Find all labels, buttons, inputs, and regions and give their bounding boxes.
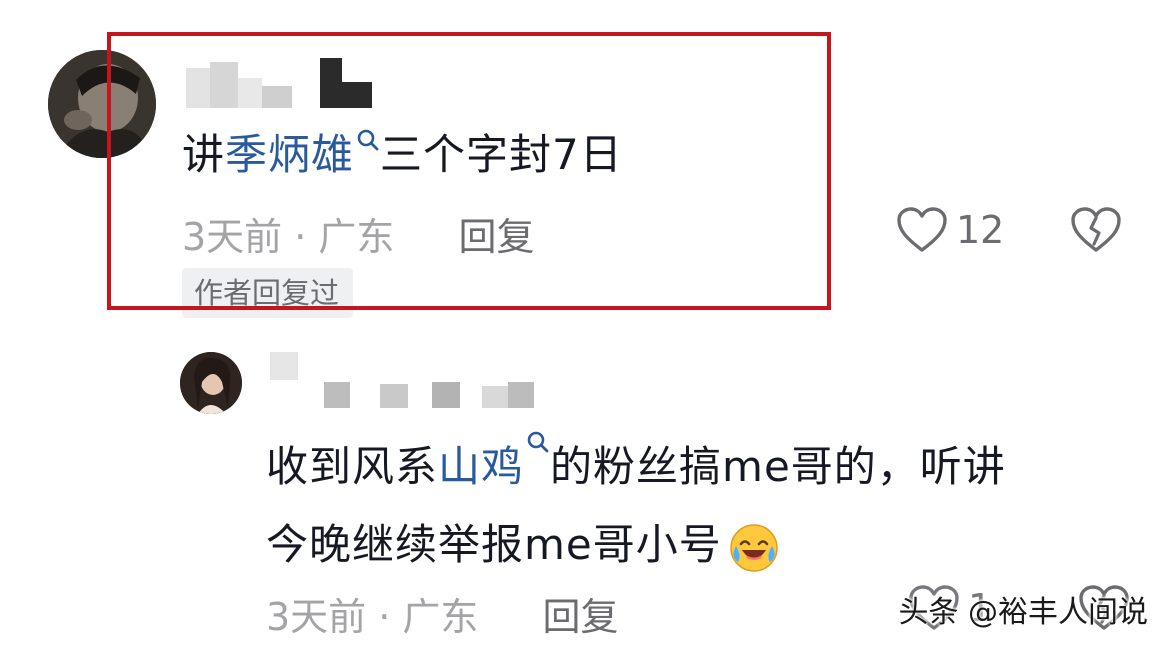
reply-button[interactable]: 回复 [459,215,535,259]
watermark: 头条 @裕丰人间说 [898,595,1148,630]
avatar-photo [48,50,156,158]
username-pixelated[interactable] [270,352,534,408]
time-location: 3天前 · 广东 [182,215,395,259]
like-count: 12 [956,208,1005,252]
heart-outline-icon [897,207,947,252]
time-location: 3天前 · 广东 [266,595,479,639]
reply-button[interactable]: 回复 [543,595,619,639]
comment-text-line2: 今晚继续举报me哥小号 [266,520,722,569]
comment-text-after: 的粉丝搞me哥的，听讲 [550,442,1006,491]
comment-line-2: 今晚继续举报me哥小号 [266,506,1006,584]
comment-meta: 3天前 · 广东 回复 [266,586,619,641]
avatar[interactable] [180,352,242,414]
search-icon[interactable] [356,126,380,166]
laughing-crying-emoji [730,523,778,572]
username-pixelated[interactable] [186,54,372,108]
avatar-photo [180,352,242,414]
search-keyword-link[interactable]: 山鸡 [438,442,524,491]
like-button[interactable]: 12 [896,206,1004,254]
comment-line-1: 收到风系山鸡 的粉丝搞me哥的，听讲 [266,428,1006,506]
comment-text-before: 收到风系 [266,442,439,491]
comment-text: 讲季炳雄 三个字封7日 [182,126,623,184]
comment-meta: 3天前 · 广东 回复 [182,206,535,261]
comment-text-after: 三个字封7日 [380,130,623,179]
dislike-button[interactable] [1070,206,1122,258]
search-keyword-link[interactable]: 季炳雄 [225,130,354,179]
comment-text-before: 讲 [182,130,226,179]
author-replied-badge: 作者回复过 [182,268,354,318]
broken-heart-icon [1071,207,1121,252]
avatar[interactable] [48,50,156,158]
comment-text: 收到风系山鸡 的粉丝搞me哥的，听讲 今晚继续举报me哥小号 [266,428,1006,584]
search-icon[interactable] [526,428,550,468]
